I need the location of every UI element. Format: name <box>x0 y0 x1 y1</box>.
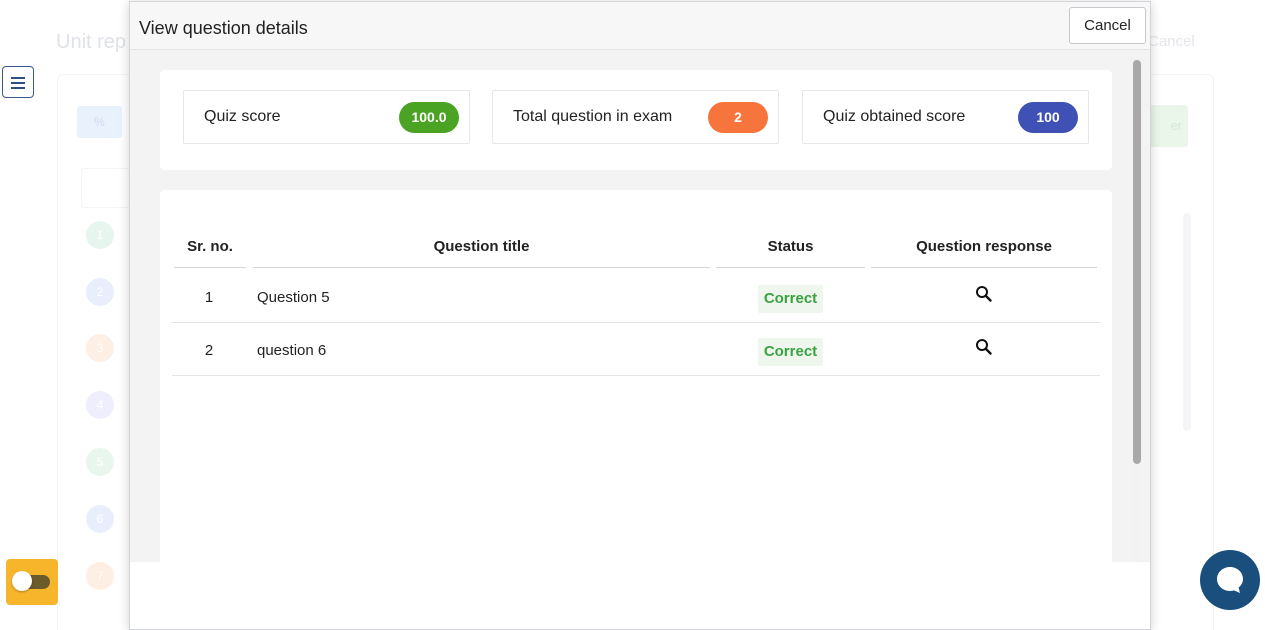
status-badge: Correct <box>758 285 823 313</box>
obtained-score-box: Quiz obtained score 100 <box>802 90 1089 144</box>
obtained-score-badge: 100 <box>1018 102 1078 133</box>
modal-scrollbar[interactable] <box>1131 58 1142 562</box>
background-cancel-link: Cancel <box>1148 33 1195 50</box>
background-row-number: 7 <box>86 562 114 590</box>
row-question-title: Question 5 <box>257 289 330 306</box>
chat-button[interactable] <box>1200 550 1260 610</box>
status-badge: Correct <box>758 338 823 366</box>
modal-body: Quiz score 100.0 Total question in exam … <box>130 50 1150 562</box>
quiz-score-label: Quiz score <box>204 108 281 125</box>
total-questions-badge: 2 <box>708 102 768 133</box>
sidebar-menu-button[interactable] <box>2 66 34 98</box>
hamburger-line <box>11 82 25 84</box>
column-header-sr-no: Sr. no. <box>174 238 246 268</box>
scrollbar-thumb[interactable] <box>1133 60 1141 464</box>
cancel-button[interactable]: Cancel <box>1069 7 1146 44</box>
quiz-score-badge: 100.0 <box>399 102 459 133</box>
row-sr-no: 2 <box>204 342 214 359</box>
table-row: 2 question 6 Correct <box>172 323 1100 376</box>
background-row-number: 1 <box>86 221 114 249</box>
modal-title: View question details <box>139 18 308 38</box>
search-icon[interactable] <box>974 284 994 304</box>
background-row-number: 2 <box>86 278 114 306</box>
hamburger-menu-icon <box>11 77 25 79</box>
row-sr-no: 1 <box>204 289 214 306</box>
background-row-number: 4 <box>86 391 114 419</box>
column-header-question-title: Question title <box>253 238 710 268</box>
obtained-score-label: Quiz obtained score <box>823 108 966 125</box>
column-header-question-response: Question response <box>871 238 1097 268</box>
background-row-number: 6 <box>86 505 114 533</box>
theme-toggle[interactable] <box>6 559 58 605</box>
total-questions-label: Total question in exam <box>513 108 673 125</box>
background-scrollbar <box>1183 213 1191 431</box>
row-question-title: question 6 <box>257 342 327 359</box>
quiz-score-box: Quiz score 100.0 <box>183 90 470 144</box>
toggle-knob <box>12 571 32 591</box>
total-questions-box: Total question in exam 2 <box>492 90 779 144</box>
summary-card: Quiz score 100.0 Total question in exam … <box>160 70 1112 170</box>
column-header-status: Status <box>716 238 865 268</box>
background-row-number: 5 <box>86 448 114 476</box>
table-row: 1 Question 5 Correct <box>172 270 1100 323</box>
hamburger-line <box>11 87 25 89</box>
questions-table: Sr. no. Question title Status Question r… <box>160 190 1112 562</box>
background-header-box <box>81 168 131 208</box>
background-page-title: Unit rep <box>56 31 127 53</box>
modal-footer <box>130 562 1150 629</box>
search-icon[interactable] <box>974 337 994 357</box>
question-details-modal: View question details Cancel Quiz score … <box>129 1 1151 630</box>
chat-bubble-icon <box>1217 567 1243 593</box>
background-row-number: 3 <box>86 334 114 362</box>
background-percent-button: % <box>77 106 122 138</box>
modal-header: View question details Cancel <box>130 2 1150 50</box>
